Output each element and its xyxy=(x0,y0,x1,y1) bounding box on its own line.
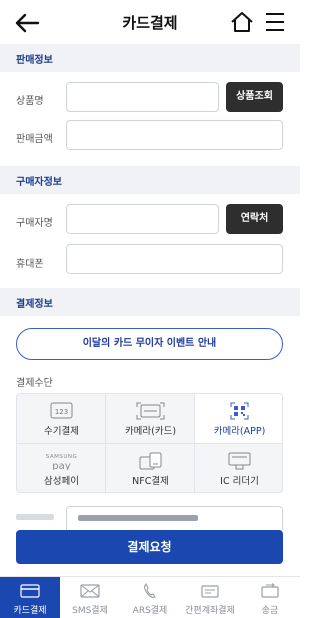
card-event-button[interactable]: 이달의 카드 무이자 이벤트 안내 xyxy=(16,328,283,360)
tab-easy-account-payment[interactable]: 간편계좌결제 xyxy=(180,577,240,618)
sale-amount-input[interactable] xyxy=(66,120,283,150)
section-payment-info: 결제정보 xyxy=(0,288,300,316)
section-buyer-info: 구매자정보 xyxy=(0,166,300,194)
buyer-name-label: 구매자명 xyxy=(16,218,53,229)
method-label: 수기결제 xyxy=(44,426,79,437)
card-scan-icon xyxy=(136,402,165,420)
bottom-tab-bar: 카드결제 SMS결제 ARS결제 간편계좌결제 송금 xyxy=(0,576,300,618)
tab-sms-payment[interactable]: SMS결제 xyxy=(60,577,120,618)
section-title: 결제정보 xyxy=(16,299,53,310)
product-search-button[interactable]: 상품조회 xyxy=(226,82,283,112)
product-name-label: 상품명 xyxy=(16,96,44,107)
method-nfc[interactable]: NFC결제 xyxy=(106,444,195,492)
tab-label: 송금 xyxy=(261,606,279,616)
envelope-icon xyxy=(80,584,100,598)
method-label: IC 리더기 xyxy=(220,476,259,487)
app-header: 카드결제 xyxy=(0,0,300,44)
svg-text:pay: pay xyxy=(52,461,70,470)
phone-input[interactable] xyxy=(66,244,283,274)
request-payment-button[interactable]: 결제요청 xyxy=(16,530,283,564)
section-sales-info: 판매정보 xyxy=(0,44,300,72)
method-samsung-pay[interactable]: SAMSUNG pay 삼성페이 xyxy=(17,444,106,492)
method-label: 카메라(카드) xyxy=(124,426,177,437)
installment-row-partial xyxy=(0,506,300,530)
method-label: 카메라(APP) xyxy=(213,426,266,437)
method-ic-reader[interactable]: IC 리더기 xyxy=(195,444,282,492)
tab-label: SMS결제 xyxy=(72,606,108,616)
home-icon[interactable] xyxy=(230,11,254,33)
card-icon xyxy=(20,584,40,598)
section-title: 판매정보 xyxy=(16,55,53,66)
grid-divider xyxy=(17,443,282,444)
method-label: 삼성페이 xyxy=(44,476,79,487)
section-title: 구매자정보 xyxy=(16,177,62,188)
phone-icon xyxy=(144,583,156,598)
method-camera-app[interactable]: 카메라(APP) xyxy=(195,394,282,443)
tab-card-payment[interactable]: 카드결제 xyxy=(0,577,60,618)
qr-scan-icon xyxy=(230,402,249,420)
tab-transfer[interactable]: 송금 xyxy=(240,577,300,618)
payment-method-label: 결제수단 xyxy=(16,378,53,389)
payment-method-grid: 123 수기결제 카메라(카드) 카메라(APP) SAMSUNG pay 삼성… xyxy=(16,393,283,493)
page-title: 카드결제 xyxy=(122,14,178,32)
samsung-pay-logo-text: SAMSUNG xyxy=(46,454,78,460)
tab-ars-payment[interactable]: ARS결제 xyxy=(120,577,180,618)
contacts-button[interactable]: 연락처 xyxy=(226,204,283,234)
card-reader-icon xyxy=(228,452,251,470)
method-camera-card[interactable]: 카메라(카드) xyxy=(106,394,195,443)
samsung-pay-icon: SAMSUNG pay xyxy=(46,454,78,470)
tab-label: 간편계좌결제 xyxy=(185,606,235,616)
bank-account-icon xyxy=(201,585,219,598)
sale-amount-label: 판매금액 xyxy=(16,134,53,145)
svg-text:123: 123 xyxy=(55,408,68,416)
buyer-name-input[interactable] xyxy=(66,204,219,234)
tab-label: 카드결제 xyxy=(13,606,47,616)
nfc-icon xyxy=(139,452,162,470)
method-label: NFC결제 xyxy=(132,476,169,487)
menu-icon[interactable] xyxy=(264,11,286,33)
keypad-123-icon: 123 xyxy=(50,402,73,419)
obscured-value xyxy=(78,515,198,521)
transfer-icon xyxy=(261,583,279,598)
phone-label: 휴대폰 xyxy=(16,259,44,270)
obscured-label xyxy=(16,514,54,520)
product-name-input[interactable] xyxy=(66,82,219,112)
method-manual[interactable]: 123 수기결제 xyxy=(17,394,106,443)
tab-label: ARS결제 xyxy=(132,606,168,616)
